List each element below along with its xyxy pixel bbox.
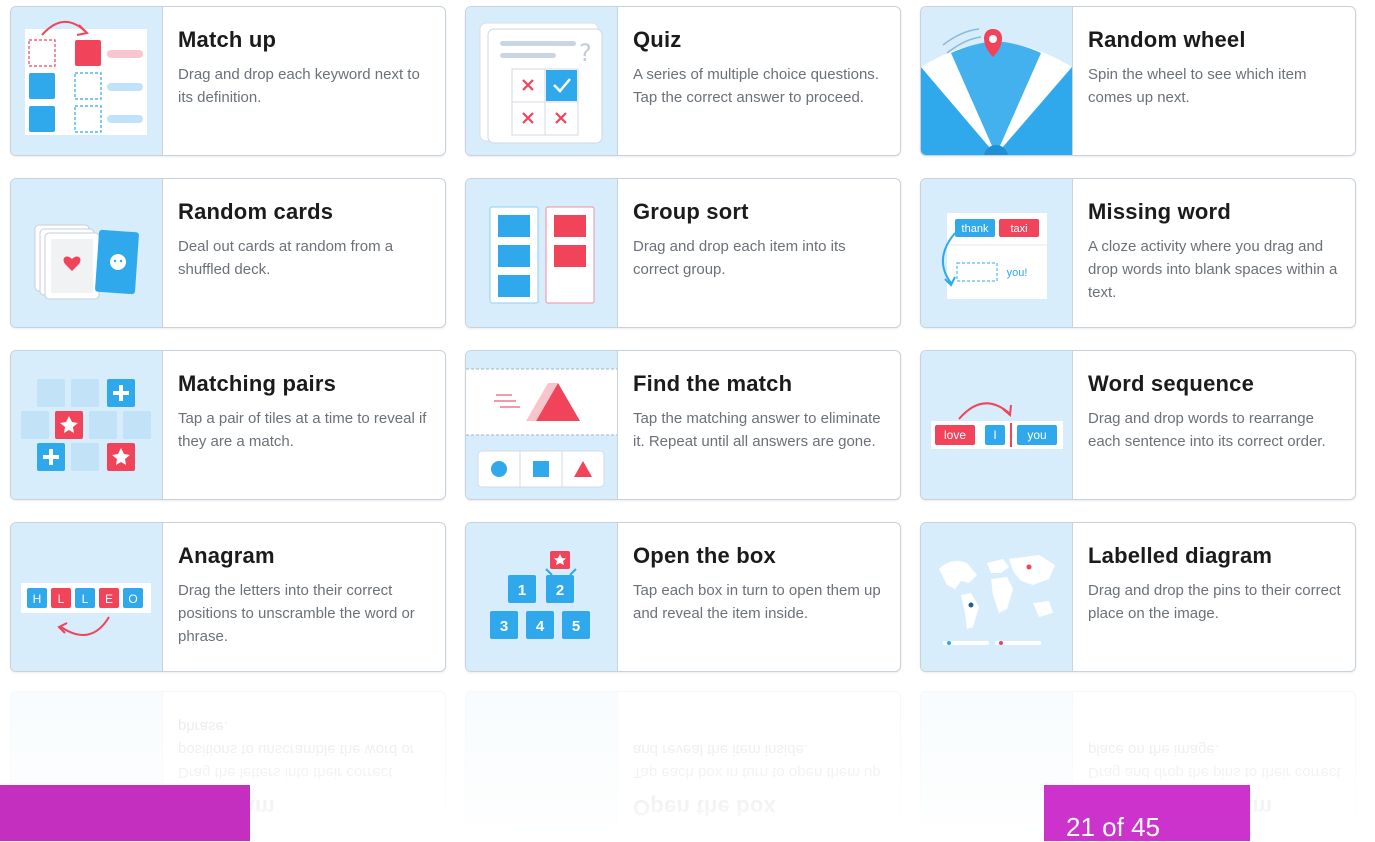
svg-text:3: 3 bbox=[500, 618, 508, 635]
template-card-open-the-box[interactable]: 1 2 3 4 5 Open the box Tap each box in t… bbox=[465, 522, 901, 672]
svg-text:2: 2 bbox=[556, 582, 564, 599]
template-card-anagram[interactable]: H L L E O Anagram Drag the letters into … bbox=[10, 522, 446, 672]
svg-text:E: E bbox=[105, 592, 113, 606]
random-wheel-icon bbox=[921, 7, 1073, 155]
find-the-match-icon bbox=[466, 351, 618, 499]
match-up-icon bbox=[11, 7, 163, 155]
template-card-find-the-match[interactable]: Find the match Tap the matching answer t… bbox=[465, 350, 901, 500]
word-sequence-icon: love I you bbox=[921, 351, 1073, 499]
anagram-icon: H L L E O bbox=[11, 523, 163, 671]
template-card-word-sequence[interactable]: love I you Word sequence Drag and drop w… bbox=[920, 350, 1356, 500]
random-cards-icon bbox=[11, 179, 163, 327]
template-card-labelled-diagram[interactable]: Labelled diagram Drag and drop the pins … bbox=[920, 522, 1356, 672]
page-total: 45 bbox=[1131, 812, 1160, 842]
card-description: Drag and drop each keyword next to its d… bbox=[178, 66, 420, 106]
svg-text:taxi: taxi bbox=[1010, 223, 1027, 235]
svg-text:you: you bbox=[1027, 428, 1046, 442]
card-description: Deal out cards at random from a shuffled… bbox=[178, 238, 394, 278]
page-counter: 21 of 45 bbox=[1044, 785, 1250, 841]
svg-text:I: I bbox=[993, 428, 996, 442]
card-title: Find the match bbox=[633, 371, 793, 396]
card-title: Labelled diagram bbox=[1088, 543, 1273, 568]
template-card-quiz[interactable]: ? Quiz A series of multiple choice quest… bbox=[465, 6, 901, 156]
svg-text:5: 5 bbox=[572, 618, 580, 635]
svg-text:L: L bbox=[58, 592, 65, 606]
card-title: Matching pairs bbox=[178, 371, 337, 396]
card-title: Group sort bbox=[633, 199, 749, 224]
card-description: Drag and drop the pins to their correct … bbox=[1088, 582, 1341, 622]
missing-word-icon: thank taxi you! bbox=[921, 179, 1073, 327]
page-of-label: of bbox=[1102, 812, 1124, 842]
svg-text:thank: thank bbox=[962, 223, 989, 235]
svg-text:you!: you! bbox=[1007, 267, 1028, 279]
svg-text:1: 1 bbox=[518, 582, 526, 599]
card-title: Match up bbox=[178, 27, 277, 52]
group-sort-icon bbox=[466, 179, 618, 327]
overlay-bar-left bbox=[0, 785, 250, 841]
card-description: A series of multiple choice questions. T… bbox=[633, 66, 879, 106]
card-description: Drag the letters into their correct posi… bbox=[178, 582, 415, 645]
template-card-matching-pairs[interactable]: Matching pairs Tap a pair of tiles at a … bbox=[10, 350, 446, 500]
quiz-icon: ? bbox=[466, 7, 618, 155]
svg-text:O: O bbox=[128, 592, 137, 606]
page-current: 21 bbox=[1066, 812, 1095, 842]
labelled-diagram-icon bbox=[921, 523, 1073, 671]
svg-text:H: H bbox=[33, 592, 42, 606]
svg-text:L: L bbox=[82, 592, 89, 606]
svg-text:4: 4 bbox=[536, 618, 545, 635]
template-card-group-sort[interactable]: Group sort Drag and drop each item into … bbox=[465, 178, 901, 328]
template-card-missing-word[interactable]: thank taxi you! Missing word A cloze act… bbox=[920, 178, 1356, 328]
template-card-random-cards[interactable]: Random cards Deal out cards at random fr… bbox=[10, 178, 446, 328]
template-card-random-wheel[interactable]: Random wheel Spin the wheel to see which… bbox=[920, 6, 1356, 156]
card-description: Drag and drop words to rearrange each se… bbox=[1088, 410, 1326, 450]
card-title: Missing word bbox=[1088, 199, 1231, 224]
card-title: Word sequence bbox=[1088, 371, 1255, 396]
open-the-box-icon: 1 2 3 4 5 bbox=[466, 523, 618, 671]
card-title: Random cards bbox=[178, 199, 334, 224]
card-title: Quiz bbox=[633, 27, 682, 52]
card-title: Anagram bbox=[178, 543, 275, 568]
card-description: Tap each box in turn to open them up and… bbox=[633, 582, 881, 622]
matching-pairs-icon bbox=[11, 351, 163, 499]
card-description: Tap the matching answer to eliminate it.… bbox=[633, 410, 881, 450]
card-description: Spin the wheel to see which item comes u… bbox=[1088, 66, 1307, 106]
card-description: A cloze activity where you drag and drop… bbox=[1088, 238, 1338, 301]
svg-text:?: ? bbox=[579, 39, 592, 67]
svg-text:love: love bbox=[944, 428, 966, 442]
card-description: Tap a pair of tiles at a time to reveal … bbox=[178, 410, 427, 450]
template-card-match-up[interactable]: Match up Drag and drop each keyword next… bbox=[10, 6, 446, 156]
card-title: Random wheel bbox=[1088, 27, 1246, 52]
card-description: Drag and drop each item into its correct… bbox=[633, 238, 846, 278]
card-title: Open the box bbox=[633, 543, 776, 568]
